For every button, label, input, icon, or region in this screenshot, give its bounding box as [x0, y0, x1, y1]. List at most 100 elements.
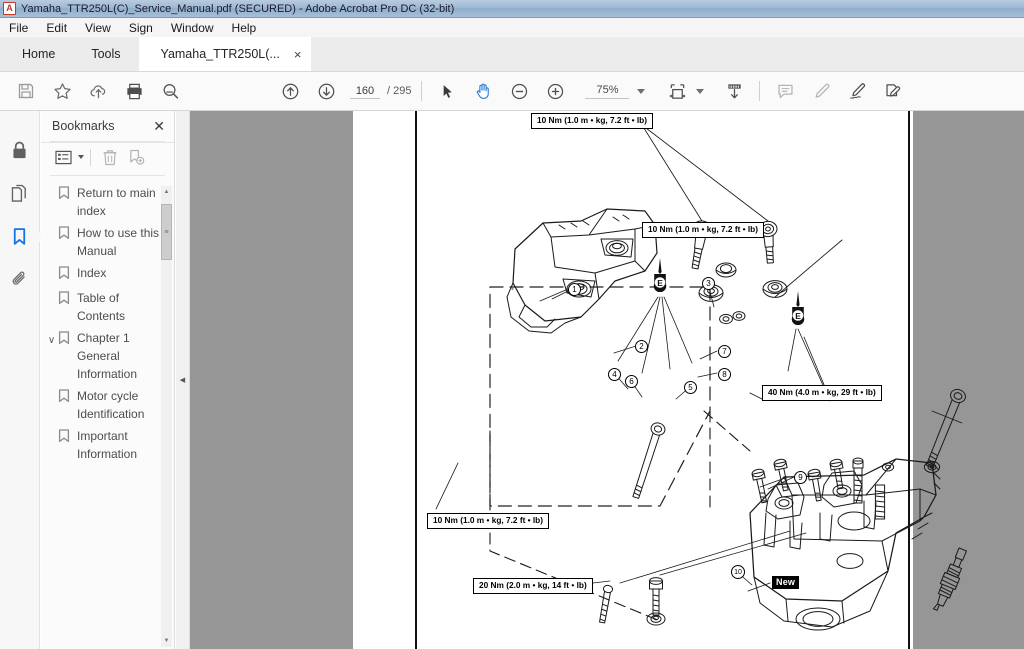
menu-view[interactable]: View — [76, 19, 120, 37]
bookmark-item[interactable]: Table of Contents — [41, 287, 174, 327]
bookmark-label: Table of Contents — [77, 291, 126, 323]
tab-document[interactable]: Yamaha_TTR250L(... × — [138, 37, 312, 71]
torque-callout: 40 Nm (4.0 m • kg, 29 ft • lb) — [762, 385, 882, 401]
zoom-in-icon[interactable] — [537, 74, 573, 108]
close-icon[interactable]: × — [294, 48, 302, 61]
new-part-tag: New — [772, 576, 800, 589]
sidebar-icon-bookmarks[interactable] — [3, 215, 37, 258]
previous-page-icon[interactable] — [272, 74, 308, 108]
menu-bar: File Edit View Sign Window Help — [0, 18, 1024, 38]
tab-strip: Home Tools Yamaha_TTR250L(... × — [0, 37, 1024, 72]
acrobat-window: A Yamaha_TTR250L(C)_Service_Manual.pdf (… — [0, 0, 1024, 649]
fit-page-icon[interactable] — [659, 74, 695, 108]
torque-callout: 10 Nm (1.0 m • kg, 7.2 ft • lb) — [531, 113, 654, 129]
tab-tools[interactable]: Tools — [73, 37, 138, 71]
bookmark-icon — [58, 264, 77, 285]
expand-twisty[interactable] — [45, 289, 58, 292]
tab-home[interactable]: Home — [0, 37, 73, 71]
bookmark-item[interactable]: How to use this Manual — [41, 222, 174, 262]
sidebar-icon-attachments[interactable] — [3, 258, 37, 301]
part-number-callout: 5 — [684, 381, 697, 394]
bookmark-icon — [58, 387, 77, 408]
bookmark-icon — [58, 427, 77, 448]
expand-twisty[interactable] — [45, 184, 58, 187]
svg-text:E: E — [795, 311, 801, 321]
page-scrolling-icon[interactable] — [716, 74, 752, 108]
add-comment-icon[interactable] — [767, 74, 803, 108]
main-toolbar: / 295 75% — [0, 72, 1024, 111]
chevron-down-icon[interactable] — [637, 88, 646, 94]
zoom-level-value[interactable]: 75% — [585, 84, 630, 99]
page-number-input[interactable] — [350, 83, 380, 99]
document-viewport[interactable]: 10 Nm (1.0 m • kg, 7.2 ft • lb) 10 Nm (1… — [190, 111, 1024, 649]
cylinder-head-exploded-diagram — [435, 116, 967, 631]
bookmark-label: How to use this Manual — [77, 226, 160, 258]
fill-and-sign-icon[interactable] — [839, 74, 875, 108]
engine-oil-tag: E — [790, 291, 806, 326]
part-number-callout: 1 — [568, 283, 581, 296]
svg-text:E: E — [657, 278, 663, 288]
delete-bookmark-icon[interactable] — [97, 146, 123, 168]
scroll-up-arrow-icon[interactable]: ▲ — [161, 186, 172, 198]
collapse-navigation-pane[interactable]: ◀ — [176, 111, 190, 649]
scroll-down-arrow-icon[interactable]: ▼ — [161, 635, 172, 647]
torque-callout: 20 Nm (2.0 m • kg, 14 ft • lb) — [473, 578, 593, 594]
bookmark-item[interactable]: Important Information — [41, 425, 174, 465]
page-navigation: / 295 — [350, 83, 412, 99]
menu-window[interactable]: Window — [162, 19, 223, 37]
bookmarks-scrollbar-track[interactable] — [161, 198, 172, 635]
part-number-callout: 8 — [718, 368, 731, 381]
bookmark-label: Chapter 1 General Information — [77, 331, 138, 381]
bookmark-options-icon[interactable] — [50, 146, 76, 168]
bookmark-item[interactable]: Return to main index — [41, 182, 174, 222]
menu-sign[interactable]: Sign — [120, 19, 162, 37]
page-total-label: / 295 — [387, 84, 412, 97]
torque-callout: 10 Nm (1.0 m • kg, 7.2 ft • lb) — [642, 222, 765, 238]
menu-edit[interactable]: Edit — [37, 19, 76, 37]
part-number-callout: 9 — [794, 471, 807, 484]
save-icon[interactable] — [8, 74, 44, 108]
part-number-callout: 2 — [635, 340, 648, 353]
bookmarks-scrollbar-thumb[interactable]: ≡ — [161, 204, 172, 260]
acrobat-pdf-icon: A — [3, 2, 16, 15]
part-number-callout: 7 — [718, 345, 731, 358]
hand-tool-icon[interactable] — [465, 74, 501, 108]
part-number-callout: 3 — [702, 277, 715, 290]
part-number-callout: 4 — [608, 368, 621, 381]
window-title-bar: A Yamaha_TTR250L(C)_Service_Manual.pdf (… — [0, 0, 1024, 18]
upload-cloud-icon[interactable] — [80, 74, 116, 108]
bookmark-item[interactable]: Index — [41, 262, 174, 287]
highlight-text-icon[interactable] — [803, 74, 839, 108]
bookmark-item[interactable]: Motor cycle Identification — [41, 385, 174, 425]
sidebar-icon-security[interactable] — [3, 129, 37, 172]
expand-twisty[interactable] — [45, 264, 58, 267]
expand-twisty[interactable] — [45, 224, 58, 227]
menu-file[interactable]: File — [0, 19, 37, 37]
part-number-callout: 10 — [731, 565, 745, 579]
search-icon[interactable] — [152, 74, 188, 108]
sidebar-icon-page-thumbnails[interactable] — [3, 172, 37, 215]
bookmark-options-chevron-down-icon[interactable] — [78, 155, 84, 159]
bookmark-label: Important Information — [77, 429, 138, 461]
new-bookmark-icon[interactable] — [123, 146, 149, 168]
zoom-out-icon[interactable] — [501, 74, 537, 108]
bookmark-icon — [58, 289, 77, 310]
add-to-favorites-icon[interactable] — [44, 74, 80, 108]
bookmarks-panel-header: Bookmarks ✕ — [41, 111, 174, 141]
menu-help[interactable]: Help — [223, 19, 266, 37]
print-icon[interactable] — [116, 74, 152, 108]
bookmark-item[interactable]: ∨ Chapter 1 General Information — [41, 327, 174, 385]
stamp-icon[interactable] — [875, 74, 911, 108]
bookmarks-list[interactable]: Return to main index How to use this Man… — [41, 176, 174, 649]
bookmark-icon — [58, 329, 77, 350]
bookmark-icon — [58, 224, 77, 245]
bookmark-icon — [58, 184, 77, 205]
fit-page-chevron-down-icon[interactable] — [696, 88, 705, 94]
bookmark-label: Motor cycle Identification — [77, 389, 145, 421]
next-page-icon[interactable] — [308, 74, 344, 108]
close-icon[interactable]: ✕ — [153, 119, 165, 133]
expand-twisty[interactable]: ∨ — [45, 329, 58, 350]
select-tool-icon[interactable] — [429, 74, 465, 108]
engine-oil-tag: E — [652, 258, 668, 293]
bookmarks-panel-toolbar — [41, 142, 174, 175]
